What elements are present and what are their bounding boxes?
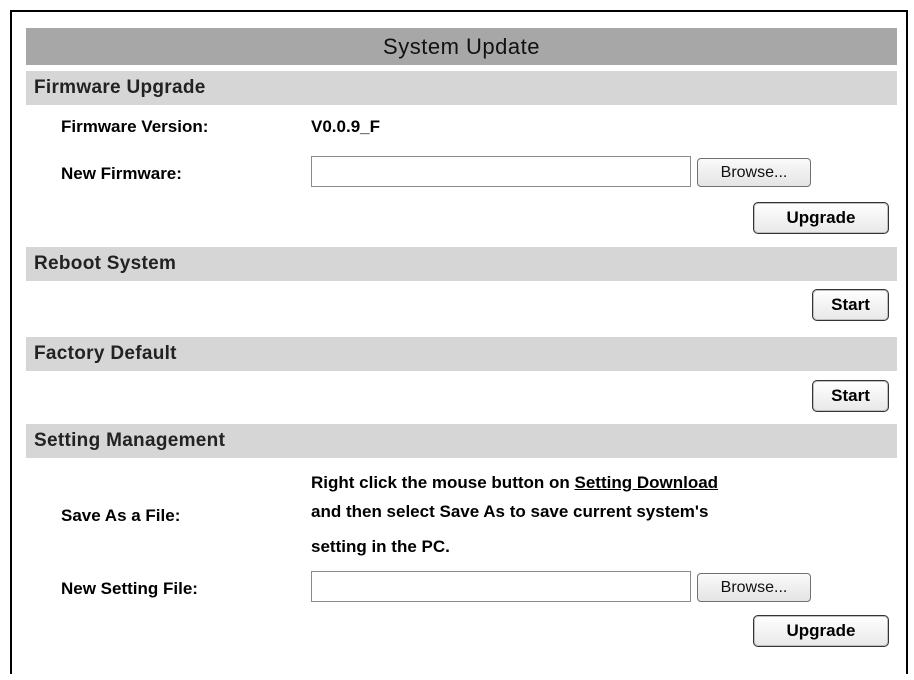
section-heading-setting-management: Setting Management [26,424,897,458]
setting-upgrade-button[interactable]: Upgrade [753,615,889,647]
setting-download-description-line1: Right click the mouse button on Setting … [311,473,718,493]
setting-download-description-line2: and then select Save As to save current … [311,502,709,521]
factory-default-start-button[interactable]: Start [812,380,889,412]
new-setting-file-input[interactable] [311,571,691,602]
firmware-browse-button[interactable]: Browse... [697,158,811,187]
section-heading-reboot-system: Reboot System [26,247,897,281]
reboot-start-button[interactable]: Start [812,289,889,321]
setting-download-description-line3: setting in the PC. [311,537,450,556]
firmware-version-label: Firmware Version: [61,117,209,136]
section-heading-firmware-upgrade: Firmware Upgrade [26,71,897,105]
firmware-upgrade-button[interactable]: Upgrade [753,202,889,234]
new-firmware-file-input[interactable] [311,156,691,187]
setting-download-link[interactable]: Setting Download [575,473,719,492]
new-firmware-label: New Firmware: [61,164,182,183]
new-setting-file-label: New Setting File: [61,579,198,598]
page-title: System Update [26,28,897,65]
firmware-version-value: V0.0.9_F [311,117,380,136]
description-text: Right click the mouse button on [311,473,575,492]
section-heading-factory-default: Factory Default [26,337,897,371]
setting-browse-button[interactable]: Browse... [697,573,811,602]
save-as-file-label: Save As a File: [61,506,181,525]
